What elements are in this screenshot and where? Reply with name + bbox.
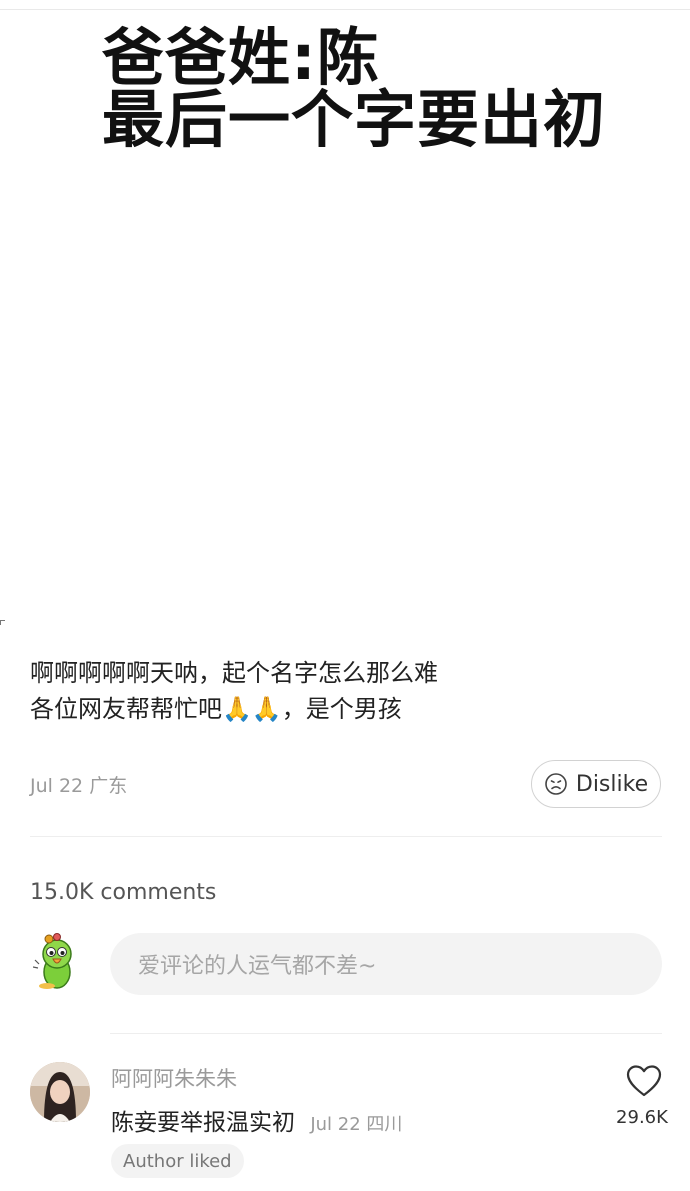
section-divider bbox=[30, 836, 662, 837]
post-caption-line-2: 各位网友帮帮忙吧🙏🙏，是个男孩 bbox=[30, 695, 402, 723]
comment-location: 四川 bbox=[366, 1114, 403, 1135]
edge-marker bbox=[0, 620, 5, 625]
author-liked-badge: Author liked bbox=[111, 1144, 244, 1178]
heart-outline-icon[interactable] bbox=[626, 1064, 662, 1098]
dislike-label: Dislike bbox=[575, 771, 649, 797]
comment-text: 陈妾要举报温实初 bbox=[111, 1110, 295, 1136]
comment-meta: Jul 22 四川 bbox=[310, 1114, 402, 1135]
post-meta: Jul 22 广东 bbox=[30, 771, 127, 798]
comment-like-count: 29.6K bbox=[616, 1107, 668, 1128]
commenter-avatar[interactable] bbox=[30, 1062, 90, 1122]
post-image-text-line-1: 爸爸姓:陈 bbox=[102, 21, 380, 94]
comments-count: 15.0K comments bbox=[30, 880, 217, 905]
comment-text-row: 陈妾要举报温实初 Jul 22 四川 bbox=[111, 1103, 402, 1137]
comment-input[interactable]: 爱评论的人运气都不差~ bbox=[110, 933, 662, 995]
post-date: Jul 22 bbox=[30, 775, 84, 797]
comment-username[interactable]: 阿阿阿朱朱朱 bbox=[111, 1063, 237, 1093]
comment-input-placeholder: 爱评论的人运气都不差~ bbox=[138, 954, 377, 979]
frown-face-icon bbox=[545, 773, 567, 795]
dislike-button[interactable]: Dislike bbox=[531, 760, 661, 808]
post-caption: 啊啊啊啊啊天呐，起个名字怎么那么难 各位网友帮帮忙吧🙏🙏，是个男孩 bbox=[30, 655, 650, 727]
post-location: 广东 bbox=[89, 775, 128, 797]
comment-date: Jul 22 bbox=[310, 1114, 361, 1135]
parrot-sticker-avatar bbox=[32, 930, 85, 992]
post-image-text-line-2: 最后一个字要出初 bbox=[102, 83, 607, 156]
post-caption-line-1: 啊啊啊啊啊天呐，起个名字怎么那么难 bbox=[30, 659, 438, 687]
comment-divider bbox=[110, 1033, 662, 1034]
post-image[interactable]: 爸爸姓:陈 最后一个字要出初 bbox=[0, 10, 690, 610]
